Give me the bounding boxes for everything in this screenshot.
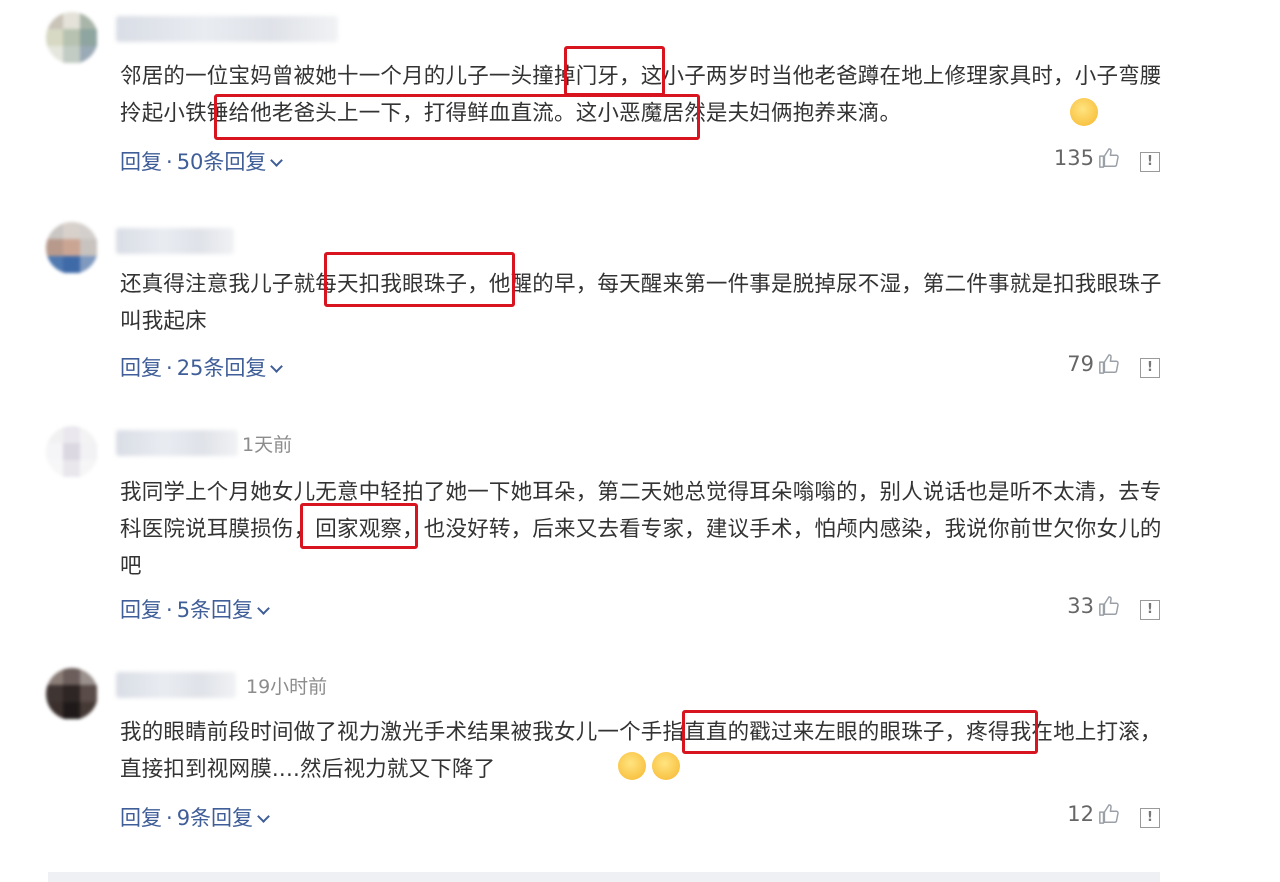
view-replies-button[interactable]: 9条回复 [177,806,253,830]
report-icon[interactable]: ! [1140,152,1160,172]
like-count: 79 [1067,352,1094,376]
comment-actions: 回复 · 5条回复 [120,594,270,624]
thumbs-up-icon[interactable] [1098,353,1120,375]
user-avatar[interactable] [46,222,98,274]
chevron-down-icon[interactable] [257,810,270,823]
username-blurred[interactable] [116,430,238,456]
user-avatar[interactable] [46,12,98,64]
user-avatar[interactable] [46,668,98,720]
thumbs-up-icon[interactable] [1098,803,1120,825]
thumbs-up-icon[interactable] [1098,595,1120,617]
like-count: 12 [1067,802,1094,826]
comment-actions: 回复 · 25条回复 [120,352,284,382]
comment-text: 我的眼睛前段时间做了视力激光手术结果被我女儿一个手指直直的戳过来左眼的眼珠子，疼… [120,720,1162,782]
like-button[interactable]: 12 [1067,802,1120,826]
reply-button[interactable]: 回复 [120,356,162,380]
report-icon[interactable]: ! [1140,358,1160,378]
reply-button[interactable]: 回复 [120,150,162,174]
username-blurred[interactable] [116,672,236,698]
chevron-down-icon[interactable] [270,154,284,167]
comment-actions: 回复 · 9条回复 [120,802,270,832]
reply-button[interactable]: 回复 [120,806,162,830]
view-replies-button[interactable]: 5条回复 [177,598,253,622]
report-icon[interactable]: ! [1140,808,1160,828]
comment-time: 1天前 [242,434,293,456]
chevron-down-icon[interactable] [270,360,284,373]
like-button[interactable]: 135 [1054,146,1120,170]
crying-laughing-emoji-icon [618,752,646,780]
username-blurred[interactable] [116,228,234,254]
like-button[interactable]: 33 [1067,594,1120,618]
report-icon[interactable]: ! [1140,600,1160,620]
user-avatar[interactable] [46,426,98,478]
comment-time: 19小时前 [246,676,328,698]
view-replies-button[interactable]: 25条回复 [177,356,267,380]
like-count: 135 [1053,146,1094,170]
reply-button[interactable]: 回复 [120,598,162,622]
thumbs-up-icon[interactable] [1098,147,1120,169]
bottom-divider [48,872,1160,882]
crying-laughing-emoji-icon [652,752,680,780]
username-blurred[interactable] [116,16,338,42]
like-button[interactable]: 79 [1067,352,1120,376]
chevron-down-icon[interactable] [257,602,270,615]
comment-text: 我同学上个月她女儿无意中轻拍了她一下她耳朵，第二天她总觉得耳朵嗡嗡的，别人说话也… [120,480,1162,579]
comment-text: 邻居的一位宝妈曾被她十一个月的儿子一头撞掉门牙，这小子两岁时当他老爸蹲在地上修理… [120,64,1162,126]
view-replies-button[interactable]: 50条回复 [177,150,267,174]
like-count: 33 [1067,594,1094,618]
comment-actions: 回复 · 50条回复 [120,146,284,176]
comment-text: 还真得注意我儿子就每天扣我眼珠子，他醒的早，每天醒来第一件事是脱掉尿不湿，第二件… [120,272,1162,334]
crying-face-emoji-icon [1070,98,1098,126]
